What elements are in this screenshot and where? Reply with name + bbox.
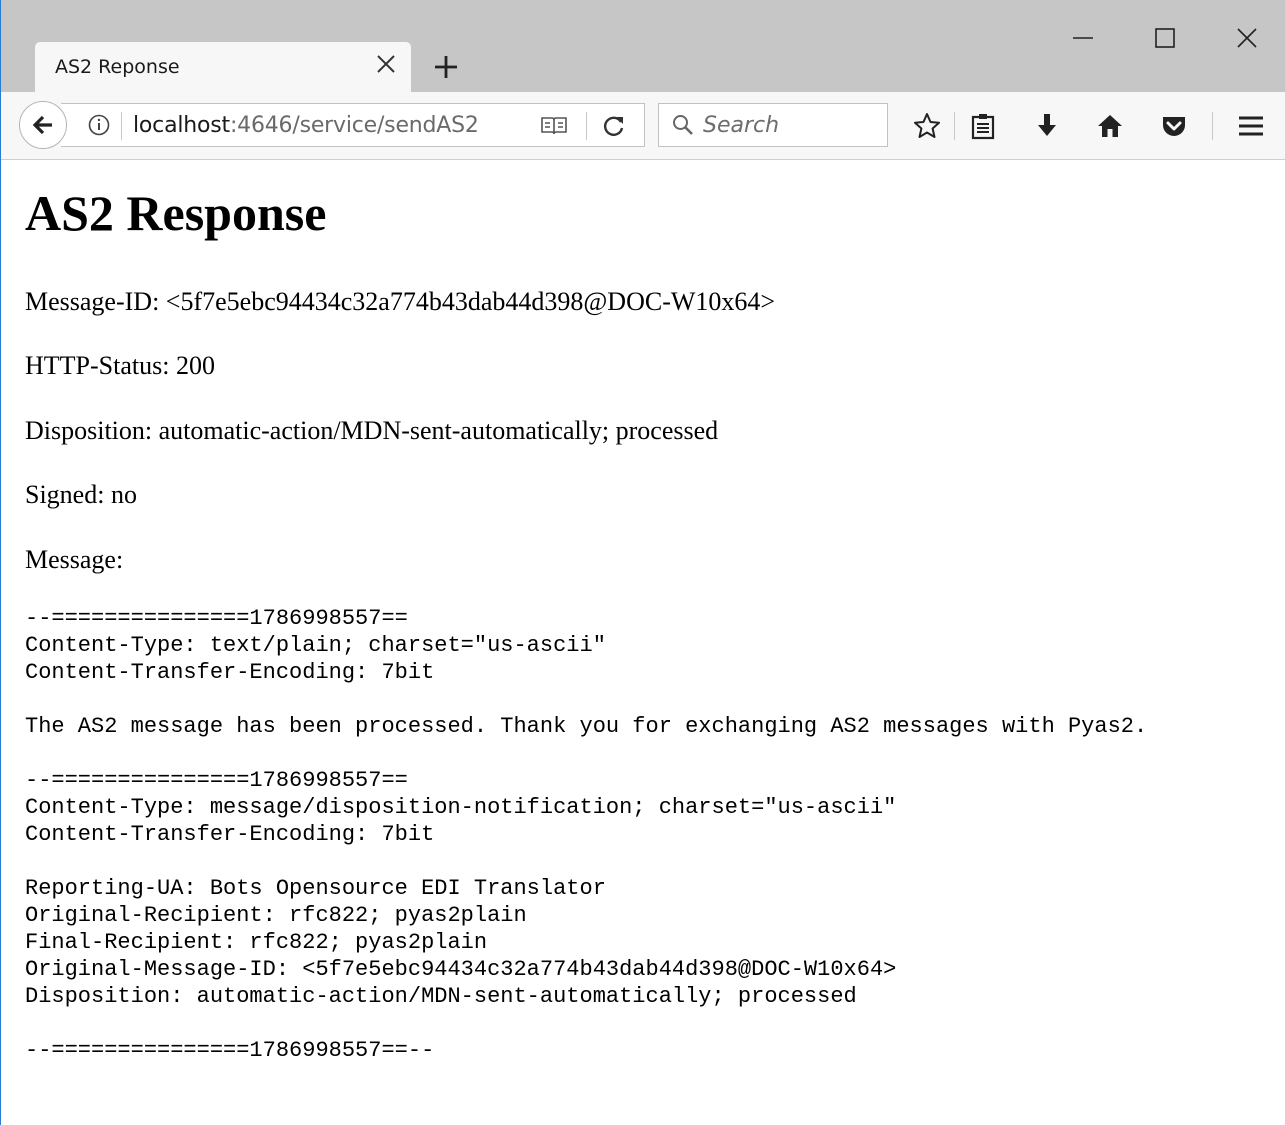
search-input[interactable] xyxy=(703,110,873,140)
signed-field: Signed: no xyxy=(25,480,137,509)
tab-title: AS2 Reponse xyxy=(55,56,180,78)
new-tab-icon[interactable] xyxy=(431,52,461,82)
toolbar-separator xyxy=(1212,112,1213,140)
page-title: AS2 Response xyxy=(25,185,327,241)
message-id-field: Message-ID: <5f7e5ebc94434c32a774b43dab4… xyxy=(25,287,776,316)
download-icon[interactable] xyxy=(1032,111,1062,141)
menu-icon[interactable] xyxy=(1236,111,1266,141)
minimize-icon[interactable] xyxy=(1067,22,1099,54)
message-label: Message: xyxy=(25,545,124,574)
home-icon[interactable] xyxy=(1095,111,1125,141)
back-arrow-icon xyxy=(32,115,52,135)
url-separator xyxy=(121,112,122,140)
url-bar[interactable]: localhost:4646/service/sendAS2 xyxy=(61,103,645,147)
search-icon xyxy=(673,115,693,135)
close-icon[interactable] xyxy=(373,51,399,77)
info-icon[interactable] xyxy=(87,113,111,137)
search-bar[interactable] xyxy=(658,103,888,147)
url-host: localhost xyxy=(133,113,230,138)
navigation-toolbar: localhost:4646/service/sendAS2 xyxy=(1,92,1285,160)
url-text[interactable]: localhost:4646/service/sendAS2 xyxy=(133,113,479,138)
bookmark-star-icon[interactable] xyxy=(912,111,942,141)
browser-window: AS2 Reponse localhost:4646/service/sendA… xyxy=(0,0,1285,1125)
back-button[interactable] xyxy=(19,101,67,149)
tab-strip: AS2 Reponse xyxy=(1,0,1285,92)
http-status-field: HTTP-Status: 200 xyxy=(25,351,215,380)
reader-view-icon[interactable] xyxy=(539,113,569,139)
pocket-icon[interactable] xyxy=(1159,111,1189,141)
reading-list-icon[interactable] xyxy=(968,111,998,141)
reload-icon[interactable] xyxy=(601,113,627,139)
tab-active[interactable]: AS2 Reponse xyxy=(35,42,411,92)
url-separator xyxy=(586,112,587,140)
message-body: --===============1786998557== Content-Ty… xyxy=(25,606,1148,1063)
toolbar-separator xyxy=(954,112,955,140)
url-path: :4646/service/sendAS2 xyxy=(229,113,479,138)
maximize-icon[interactable] xyxy=(1149,22,1181,54)
disposition-field: Disposition: automatic-action/MDN-sent-a… xyxy=(25,416,719,445)
window-close-icon[interactable] xyxy=(1231,22,1263,54)
